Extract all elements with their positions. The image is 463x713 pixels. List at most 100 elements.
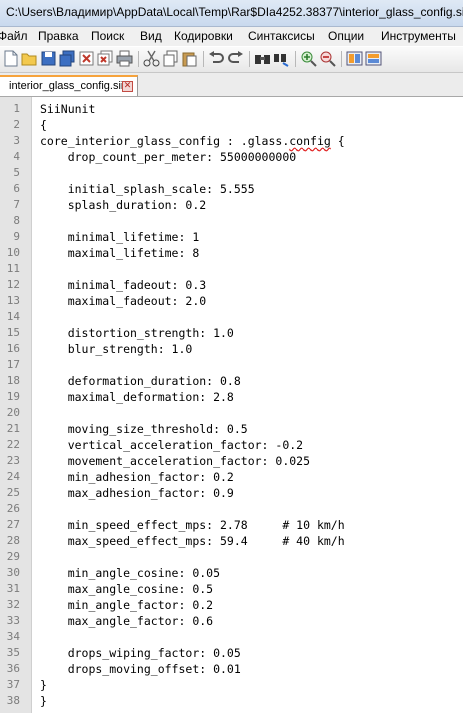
code-text: } bbox=[40, 678, 47, 692]
line-number: 12 bbox=[6, 278, 20, 291]
code-line: 33 max_angle_factor: 0.6 bbox=[0, 613, 463, 629]
toolbar-separator bbox=[341, 51, 342, 67]
line-number: 10 bbox=[6, 246, 20, 259]
code-line: 15 distortion_strength: 1.0 bbox=[0, 325, 463, 341]
code-line: 21 moving_size_threshold: 0.5 bbox=[0, 421, 463, 437]
code-line: 38} bbox=[0, 693, 463, 709]
undo-icon[interactable] bbox=[208, 50, 225, 67]
code-line: 24 min_adhesion_factor: 0.2 bbox=[0, 469, 463, 485]
code-text: maximal_lifetime: 8 bbox=[40, 246, 200, 260]
menu-bar: Файл Правка Поиск Вид Кодировки Синтакси… bbox=[0, 27, 463, 46]
code-text: min_angle_factor: 0.2 bbox=[40, 598, 214, 612]
code-text: min_adhesion_factor: 0.2 bbox=[40, 470, 234, 484]
copy-icon[interactable] bbox=[162, 50, 179, 67]
code-editor[interactable]: 1 SiiNunit 2{3 core_interior_glass_config :… bbox=[0, 97, 463, 713]
menu-tools[interactable]: Инструменты bbox=[381, 29, 456, 43]
code-line: 14 bbox=[0, 309, 463, 325]
sync-v-icon[interactable] bbox=[346, 50, 363, 67]
line-number: 23 bbox=[6, 454, 20, 467]
line-number: 33 bbox=[6, 614, 20, 627]
menu-view[interactable]: Вид bbox=[140, 29, 162, 43]
code-text: min_speed_effect_mps: 2.78 # 10 km/h bbox=[40, 518, 345, 532]
toolbar-separator bbox=[138, 51, 139, 67]
line-number: 7 bbox=[13, 198, 20, 211]
code-line: 8 bbox=[0, 213, 463, 229]
code-text: initial_splash_scale: 5.555 bbox=[40, 182, 255, 196]
line-number: 31 bbox=[6, 582, 20, 595]
code-text: drop_count_per_meter: 55000000000 bbox=[40, 150, 297, 164]
code-line: 30 min_angle_cosine: 0.05 bbox=[0, 565, 463, 581]
menu-search[interactable]: Поиск bbox=[91, 29, 124, 43]
code-text: minimal_fadeout: 0.3 bbox=[40, 278, 207, 292]
line-number: 38 bbox=[6, 694, 20, 707]
line-number: 8 bbox=[13, 214, 20, 227]
code-line: 29 bbox=[0, 549, 463, 565]
line-number: 1 bbox=[13, 102, 20, 115]
tab-label: interior_glass_config.sii bbox=[9, 80, 124, 92]
code-text: SiiNunit bbox=[40, 102, 96, 116]
code-text: drops_moving_offset: 0.01 bbox=[40, 662, 241, 676]
line-number: 36 bbox=[6, 662, 20, 675]
toolbar-separator bbox=[203, 51, 204, 67]
close-all-icon[interactable] bbox=[97, 50, 114, 67]
menu-file[interactable]: Файл bbox=[0, 29, 28, 43]
menu-options[interactable]: Опции bbox=[328, 29, 364, 43]
toolbar-separator bbox=[249, 51, 250, 67]
new-file-icon[interactable] bbox=[2, 50, 19, 67]
zoom-out-icon[interactable] bbox=[319, 50, 336, 67]
code-line: 34 bbox=[0, 629, 463, 645]
open-file-icon[interactable] bbox=[21, 50, 38, 67]
code-text: movement_acceleration_factor: 0.025 bbox=[40, 454, 311, 468]
code-text: blur_strength: 1.0 bbox=[40, 342, 193, 356]
code-text: moving_size_threshold: 0.5 bbox=[40, 422, 248, 436]
print-icon[interactable] bbox=[116, 50, 133, 67]
code-text: maximal_fadeout: 2.0 bbox=[40, 294, 207, 308]
line-number: 16 bbox=[6, 342, 20, 355]
code-line: 32 min_angle_factor: 0.2 bbox=[0, 597, 463, 613]
code-line: 13 maximal_fadeout: 2.0 bbox=[0, 293, 463, 309]
code-line: 37} bbox=[0, 677, 463, 693]
code-text: minimal_lifetime: 1 bbox=[40, 230, 200, 244]
code-text: deformation_duration: 0.8 bbox=[40, 374, 241, 388]
code-line: 17 bbox=[0, 357, 463, 373]
code-text: } bbox=[40, 694, 47, 708]
menu-encoding[interactable]: Кодировки bbox=[174, 29, 233, 43]
code-line: 11 bbox=[0, 261, 463, 277]
code-line: 16 blur_strength: 1.0 bbox=[0, 341, 463, 357]
code-text: core_interior_glass_config : .glass.conf… bbox=[40, 134, 345, 148]
cut-icon[interactable] bbox=[143, 50, 160, 67]
close-icon[interactable] bbox=[78, 50, 95, 67]
code-text: vertical_acceleration_factor: -0.2 bbox=[40, 438, 304, 452]
line-number: 17 bbox=[6, 358, 20, 371]
tab-bar: interior_glass_config.sii ✕ bbox=[0, 73, 463, 97]
code-line: 9 minimal_lifetime: 1 bbox=[0, 229, 463, 245]
code-line: 5 bbox=[0, 165, 463, 181]
redo-icon[interactable] bbox=[227, 50, 244, 67]
code-text: max_angle_factor: 0.6 bbox=[40, 614, 214, 628]
sync-h-icon[interactable] bbox=[365, 50, 382, 67]
save-all-icon[interactable] bbox=[59, 50, 76, 67]
find-icon[interactable] bbox=[254, 50, 271, 67]
code-line: 22 vertical_acceleration_factor: -0.2 bbox=[0, 437, 463, 453]
code-line: 35 drops_wiping_factor: 0.05 bbox=[0, 645, 463, 661]
save-icon[interactable] bbox=[40, 50, 57, 67]
code-line: 12 minimal_fadeout: 0.3 bbox=[0, 277, 463, 293]
zoom-in-icon[interactable] bbox=[300, 50, 317, 67]
code-line: 6 initial_splash_scale: 5.555 bbox=[0, 181, 463, 197]
line-number: 34 bbox=[6, 630, 20, 643]
code-text: max_adhesion_factor: 0.9 bbox=[40, 486, 234, 500]
line-number: 5 bbox=[13, 166, 20, 179]
line-number: 30 bbox=[6, 566, 20, 579]
tab-interior-glass-config[interactable]: interior_glass_config.sii ✕ bbox=[0, 75, 138, 96]
line-number: 15 bbox=[6, 326, 20, 339]
menu-edit[interactable]: Правка bbox=[38, 29, 79, 43]
title-bar: C:\Users\Владимир\AppData\Local\Temp\Rar… bbox=[0, 0, 463, 27]
line-number: 22 bbox=[6, 438, 20, 451]
replace-icon[interactable] bbox=[273, 50, 290, 67]
paste-icon[interactable] bbox=[181, 50, 198, 67]
close-tab-icon[interactable]: ✕ bbox=[122, 81, 133, 92]
toolbar bbox=[0, 47, 463, 73]
code-line: 7 splash_duration: 0.2 bbox=[0, 197, 463, 213]
menu-syntax[interactable]: Синтаксисы bbox=[248, 29, 315, 43]
code-line: 10 maximal_lifetime: 8 bbox=[0, 245, 463, 261]
